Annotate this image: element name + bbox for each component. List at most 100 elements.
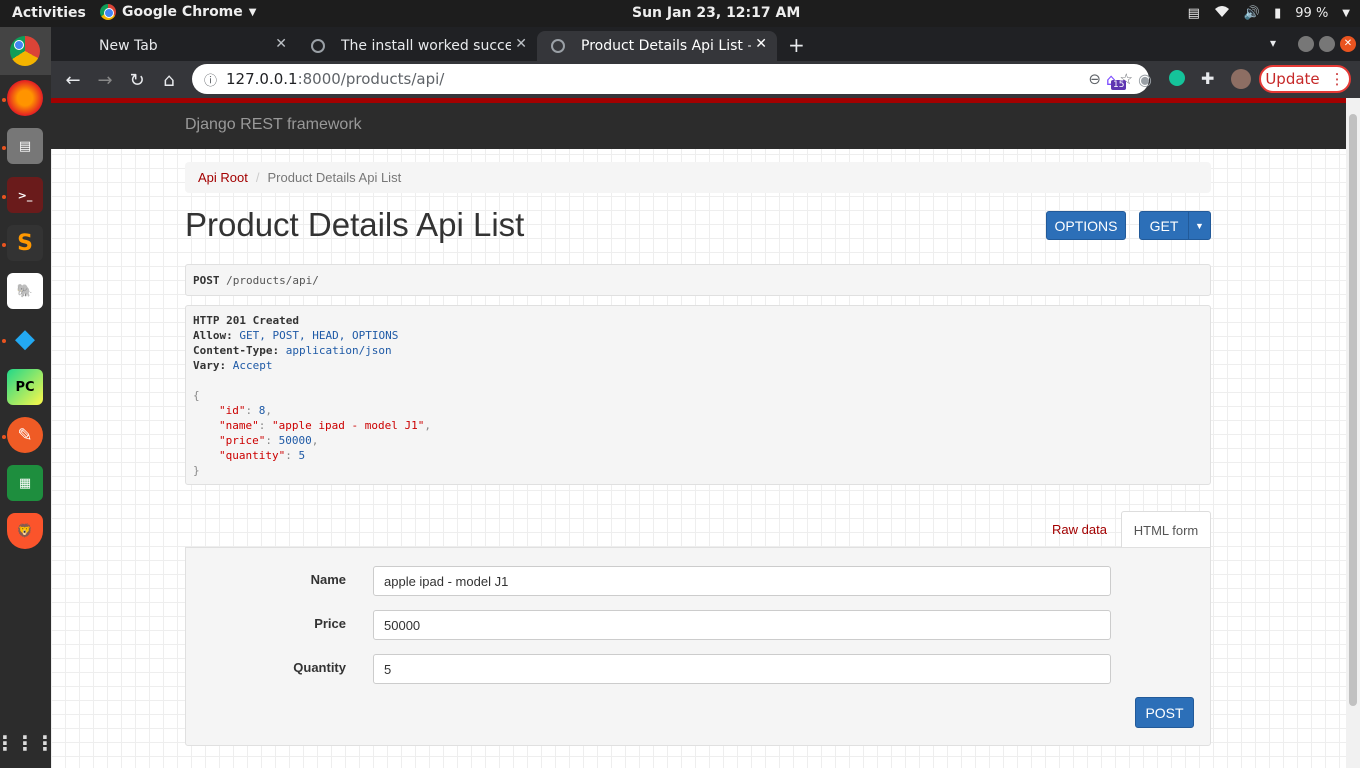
page-viewport: Django REST framework Api Root / Product… <box>51 98 1346 768</box>
tab-strip: New Tab ✕ The install worked succes ✕ Pr… <box>51 27 1360 61</box>
response-info: HTTP 201 Created Allow: GET, POST, HEAD,… <box>185 305 1211 485</box>
page-title: Product Details Api List <box>185 206 525 243</box>
update-button[interactable]: Update ⋮ <box>1259 65 1351 93</box>
quantity-input[interactable]: 5 <box>373 654 1111 684</box>
html-form: Name apple ipad - model J1 Price 50000 Q… <box>185 547 1211 746</box>
new-tab-button[interactable]: + <box>788 33 805 57</box>
close-icon[interactable]: ✕ <box>275 36 287 52</box>
tab-new-tab[interactable]: New Tab ✕ <box>55 31 297 61</box>
tab-raw-data[interactable]: Raw data <box>1052 522 1107 537</box>
scrollbar-thumb[interactable] <box>1349 114 1357 706</box>
running-indicator <box>2 339 6 343</box>
navbar: Django REST framework <box>51 103 1346 149</box>
page-scrollbar[interactable] <box>1346 98 1360 768</box>
response-status: HTTP 201 Created <box>193 314 299 327</box>
running-indicator <box>2 243 6 247</box>
json-line: "quantity": 5 <box>219 449 306 462</box>
app-name: Google Chrome <box>122 4 243 20</box>
app-menu[interactable]: Google Chrome ▼ <box>100 4 256 20</box>
get-button[interactable]: GET <box>1139 211 1189 240</box>
volume-icon: 🔊 <box>1243 5 1261 21</box>
postman-dock-icon[interactable]: ✎ <box>7 417 43 453</box>
breadcrumb-current: Product Details Api List <box>267 170 402 185</box>
request-info: POST /products/api/ <box>185 264 1211 296</box>
minimize-button[interactable] <box>1298 36 1314 52</box>
brave-dock-icon[interactable]: 🦁 <box>7 513 43 549</box>
clock[interactable]: Sun Jan 23, 12:17 AM <box>632 5 800 21</box>
maximize-button[interactable] <box>1319 36 1335 52</box>
globe-icon <box>551 39 565 53</box>
tab-title: Product Details Api List – <box>581 38 751 54</box>
response-header: Vary: Accept <box>193 359 273 372</box>
json-open-brace: { <box>193 389 200 402</box>
breadcrumb-api-root[interactable]: Api Root <box>198 170 248 185</box>
zoom-icon[interactable]: ⊖ <box>1088 70 1101 88</box>
system-top-bar: Activities Google Chrome ▼ Sun Jan 23, 1… <box>0 0 1360 27</box>
globe-icon <box>311 39 325 53</box>
spreadsheet-dock-icon[interactable]: ▦ <box>7 465 43 501</box>
tab-title: New Tab <box>99 38 158 54</box>
brand-link[interactable]: Django REST framework <box>185 116 362 134</box>
chevron-down-icon: ▼ <box>1342 7 1350 19</box>
show-apps-icon[interactable]: ⋮⋮⋮ <box>0 725 55 761</box>
post-button[interactable]: POST <box>1135 697 1194 728</box>
forward-icon[interactable]: → <box>93 68 117 92</box>
tab-title: The install worked succes <box>341 38 511 54</box>
json-line: "id": 8, <box>219 404 272 417</box>
tab-search-icon[interactable]: ▾ <box>1270 36 1276 50</box>
wifi-icon <box>1214 4 1230 22</box>
window-close-button[interactable]: ✕ <box>1340 36 1356 52</box>
info-icon[interactable]: ⓘ <box>204 70 217 89</box>
json-line: "price": 50000, <box>219 434 319 447</box>
grammarly-icon[interactable] <box>1169 70 1185 86</box>
get-format-dropdown[interactable]: ▼ <box>1188 211 1211 240</box>
running-indicator <box>2 435 6 439</box>
running-indicator <box>2 146 6 150</box>
battery-icon: ▮ <box>1274 5 1282 21</box>
back-icon[interactable]: ← <box>61 68 85 92</box>
files-dock-icon[interactable]: ▤ <box>7 128 43 164</box>
reload-icon[interactable]: ↻ <box>125 68 149 92</box>
running-indicator <box>2 98 6 102</box>
camera-icon[interactable]: ◉ <box>1138 70 1152 89</box>
chevron-down-icon: ▼ <box>248 6 257 18</box>
puzzle-icon[interactable]: ✚ <box>1201 69 1214 88</box>
options-button[interactable]: OPTIONS <box>1046 211 1126 240</box>
tab-html-form[interactable]: HTML form <box>1121 511 1211 548</box>
price-input[interactable]: 50000 <box>373 610 1111 640</box>
terminal-dock-icon[interactable]: >_ <box>7 177 43 213</box>
battery-level: 99 % <box>1295 5 1329 21</box>
response-header: Allow: GET, POST, HEAD, OPTIONS <box>193 329 399 342</box>
tab-product-details[interactable]: Product Details Api List – ✕ <box>537 31 777 61</box>
address-bar[interactable]: ⓘ 127.0.0.1:8000/products/api/ ⊖ ☆ <box>192 64 1149 94</box>
name-label: Name <box>310 572 346 587</box>
close-icon[interactable]: ✕ <box>515 36 527 52</box>
breadcrumb: Api Root / Product Details Api List <box>185 162 1211 193</box>
response-header: Content-Type: application/json <box>193 344 392 357</box>
home-icon[interactable]: ⌂ <box>157 68 181 92</box>
sublime-dock-icon[interactable]: S <box>7 225 43 261</box>
chrome-dock-icon[interactable] <box>7 33 43 69</box>
notes-icon[interactable]: ▤ <box>1188 6 1200 21</box>
pgadmin-dock-icon[interactable]: 🐘 <box>7 273 43 309</box>
browser-toolbar: ← → ↻ ⌂ ⓘ 127.0.0.1:8000/products/api/ ⊖… <box>51 61 1360 98</box>
tab-install-worked[interactable]: The install worked succes ✕ <box>297 31 537 61</box>
close-icon[interactable]: ✕ <box>755 36 767 52</box>
system-tray[interactable]: ▤ 🔊 ▮ 99 % ▼ <box>1188 4 1350 22</box>
request-method: POST <box>193 274 220 287</box>
chrome-icon <box>100 4 116 20</box>
json-close-brace: } <box>193 464 200 477</box>
firefox-dock-icon[interactable] <box>7 80 43 116</box>
quantity-label: Quantity <box>293 660 346 675</box>
running-indicator <box>2 195 6 199</box>
breadcrumb-separator: / <box>255 170 260 185</box>
avatar[interactable] <box>1231 69 1251 89</box>
extension-badge: 15 <box>1111 80 1127 90</box>
url-text: 127.0.0.1:8000/products/api/ <box>226 70 445 88</box>
pycharm-dock-icon[interactable]: PC <box>7 369 43 405</box>
dock: ▤ >_ S 🐘 ◆ PC ✎ ▦ 🦁 ⋮⋮⋮ <box>0 27 55 768</box>
vscode-dock-icon[interactable]: ◆ <box>7 321 43 357</box>
activities-button[interactable]: Activities <box>12 5 86 21</box>
price-label: Price <box>314 616 346 631</box>
name-input[interactable]: apple ipad - model J1 <box>373 566 1111 596</box>
